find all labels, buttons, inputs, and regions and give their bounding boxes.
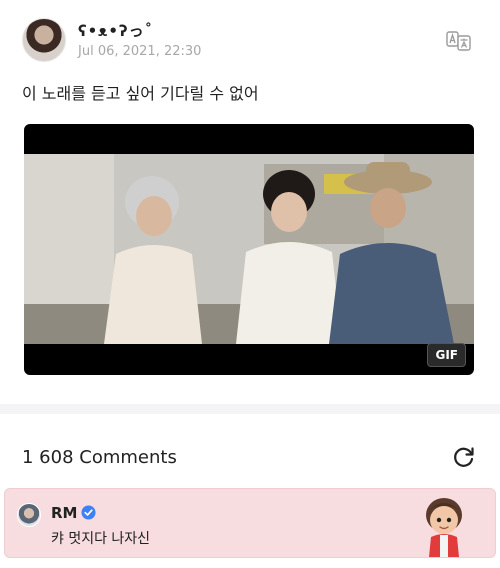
comment-author-avatar[interactable] [17,503,41,527]
post-text: 이 노래를 듣고 싶어 기다릴 수 없어 [22,84,259,103]
refresh-icon[interactable] [451,444,477,470]
comment-author[interactable]: RM [51,504,77,522]
character-sticker-image [426,498,462,557]
user-avatar[interactable] [22,18,66,62]
comment-item[interactable]: RM 캬 멋지다 나자신 [4,488,496,558]
verified-badge-icon [81,505,96,520]
post-author[interactable]: ʕ•ᴥ•ʔっ˚ [78,20,153,41]
gif-frame-image [24,154,474,344]
comments-count: 1 608 Comments [22,447,177,468]
gif-badge: GIF [427,343,466,367]
translate-icon[interactable] [446,30,472,52]
post-timestamp: Jul 06, 2021, 22:30 [78,44,202,59]
section-divider [0,404,500,414]
comment-text: 캬 멋지다 나자신 [51,531,151,547]
post-media-gif[interactable]: GIF [24,124,474,375]
post-header: ʕ•ᴥ•ʔっ˚ Jul 06, 2021, 22:30 [22,18,482,64]
